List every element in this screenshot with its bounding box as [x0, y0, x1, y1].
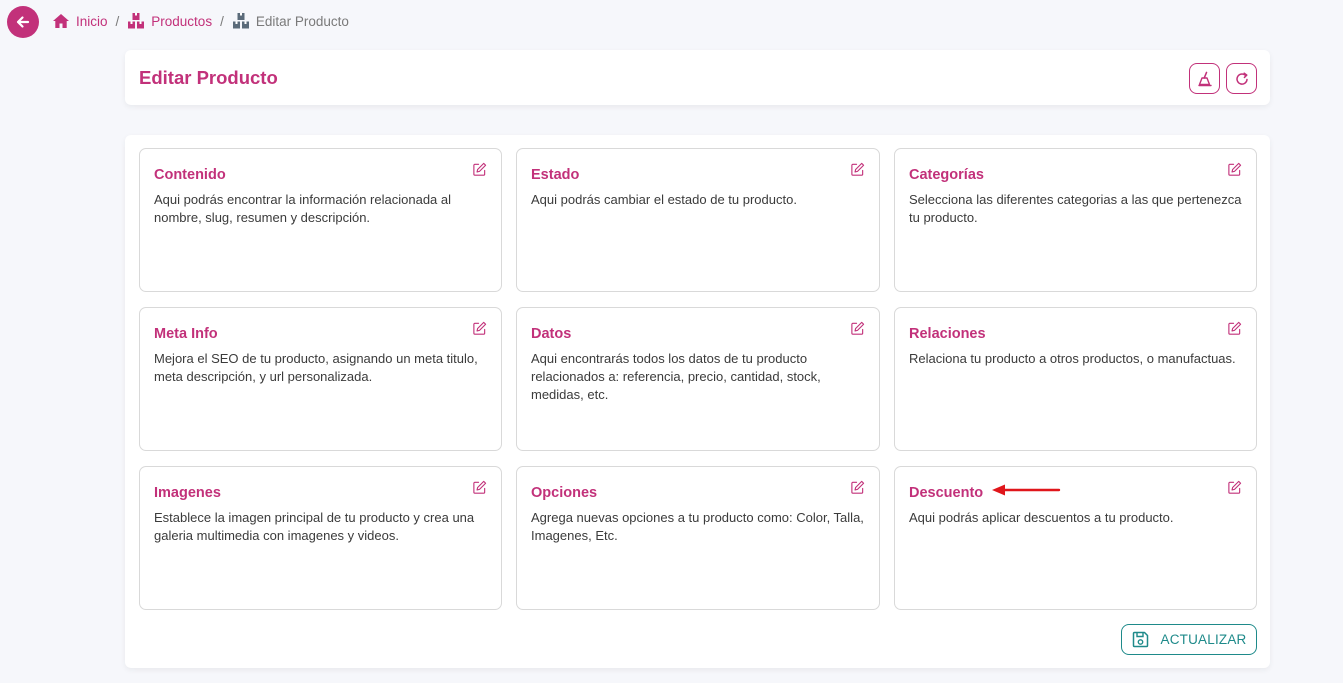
section-card-meta-info[interactable]: Meta Info Mejora el SEO de tu producto, … [139, 307, 502, 451]
refresh-icon [1235, 71, 1248, 85]
arrow-left-icon [16, 16, 30, 28]
section-description: Agrega nuevas opciones a tu producto com… [531, 510, 864, 543]
boxes-icon [232, 13, 249, 29]
broom-icon [1197, 71, 1212, 86]
section-title: Contenido [154, 167, 226, 183]
section-card-datos[interactable]: Datos Aqui encontrarás todos los datos d… [516, 307, 880, 451]
section-description: Mejora el SEO de tu producto, asignando … [154, 351, 478, 384]
page-header: Editar Producto [125, 50, 1270, 105]
breadcrumb-separator: / [220, 13, 224, 29]
breadcrumb-home-link[interactable]: Inicio [76, 14, 108, 29]
section-description: Aqui encontrarás todos los datos de tu p… [531, 351, 821, 402]
section-title: Datos [531, 326, 572, 342]
section-title: Opciones [531, 485, 598, 501]
section-card-contenido[interactable]: Contenido Aqui podrás encontrar la infor… [139, 148, 502, 292]
breadcrumb-products[interactable]: Productos [127, 12, 212, 30]
section-description: Aqui podrás encontrar la información rel… [154, 192, 452, 225]
section-title: Meta Info [154, 326, 218, 342]
section-card-estado[interactable]: Estado Aqui podrás cambiar el estado de … [516, 148, 880, 292]
section-description: Relaciona tu producto a otros productos,… [909, 351, 1236, 366]
sections-grid: Contenido Aqui podrás encontrar la infor… [139, 148, 1257, 610]
boxes-icon [128, 13, 145, 29]
breadcrumb-products-link[interactable]: Productos [151, 14, 212, 29]
product-sections-panel: Contenido Aqui podrás encontrar la infor… [125, 135, 1270, 668]
breadcrumb-home[interactable]: Inicio [52, 13, 108, 29]
edit-icon[interactable] [850, 162, 865, 177]
edit-icon[interactable] [1227, 321, 1242, 336]
edit-icon[interactable] [472, 321, 487, 336]
annotation-arrow-icon [992, 484, 1061, 496]
edit-icon[interactable] [850, 321, 865, 336]
section-card-categorias[interactable]: Categorías Selecciona las diferentes cat… [894, 148, 1257, 292]
section-card-imagenes[interactable]: Imagenes Establece la imagen principal d… [139, 466, 502, 610]
home-icon [53, 14, 69, 28]
section-description: Aqui podrás cambiar el estado de tu prod… [531, 192, 797, 207]
edit-icon[interactable] [472, 480, 487, 495]
section-card-relaciones[interactable]: Relaciones Relaciona tu producto a otros… [894, 307, 1257, 451]
section-card-opciones[interactable]: Opciones Agrega nuevas opciones a tu pro… [516, 466, 880, 610]
top-bar: Inicio / Productos / Editar Producto [0, 0, 1343, 40]
back-button[interactable] [7, 6, 39, 38]
section-description: Selecciona las diferentes categorias a l… [909, 192, 1242, 225]
section-description: Aqui podrás aplicar descuentos a tu prod… [909, 510, 1174, 525]
section-description: Establece la imagen principal de tu prod… [154, 510, 475, 543]
breadcrumb: Inicio / Productos / Editar Producto [52, 11, 349, 31]
page-title: Editar Producto [139, 67, 278, 88]
section-title: Imagenes [154, 485, 221, 501]
update-button-label: ACTUALIZAR [1160, 632, 1247, 647]
edit-icon[interactable] [850, 480, 865, 495]
edit-icon[interactable] [1227, 162, 1242, 177]
refresh-button[interactable] [1226, 63, 1257, 94]
edit-icon[interactable] [472, 162, 487, 177]
section-title: Descuento [909, 485, 984, 501]
section-title: Relaciones [909, 326, 986, 342]
edit-icon[interactable] [1227, 480, 1242, 495]
breadcrumb-separator: / [115, 13, 120, 29]
floppy-disk-icon [1133, 631, 1149, 648]
section-title: Estado [531, 167, 580, 183]
breadcrumb-current-label: Editar Producto [255, 13, 349, 29]
clean-button[interactable] [1189, 63, 1220, 94]
breadcrumb-current: Editar Producto [232, 12, 349, 30]
update-button[interactable]: ACTUALIZAR [1121, 624, 1257, 655]
section-title: Categorías [909, 167, 984, 183]
section-card-descuento[interactable]: Descuento Aqui podrás aplicar descuentos… [894, 466, 1257, 610]
